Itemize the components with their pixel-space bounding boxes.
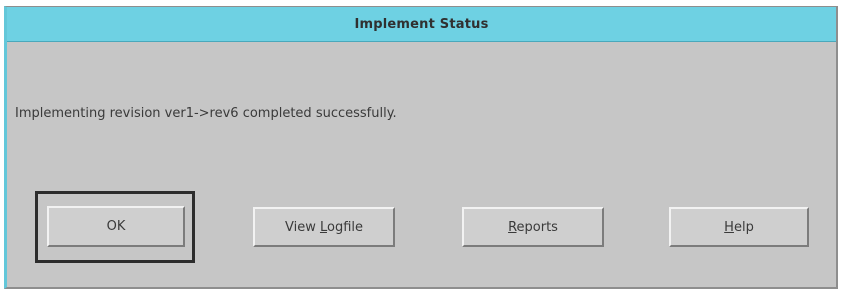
- implement-status-dialog: Implement Status Implementing revision v…: [4, 6, 838, 289]
- help-button[interactable]: Help: [669, 207, 809, 247]
- dialog-title: Implement Status: [354, 16, 489, 32]
- view-logfile-label: View Logfile: [284, 219, 363, 235]
- help-label: Help: [724, 219, 754, 235]
- reports-button[interactable]: Reports: [462, 207, 604, 247]
- ok-button-label: OK: [106, 219, 126, 234]
- title-bar[interactable]: Implement Status: [7, 7, 836, 42]
- view-logfile-button[interactable]: View Logfile: [253, 207, 395, 247]
- status-message: Implementing revision ver1->rev6 complet…: [15, 106, 397, 121]
- ok-button[interactable]: OK: [47, 206, 185, 247]
- reports-label: Reports: [508, 219, 558, 235]
